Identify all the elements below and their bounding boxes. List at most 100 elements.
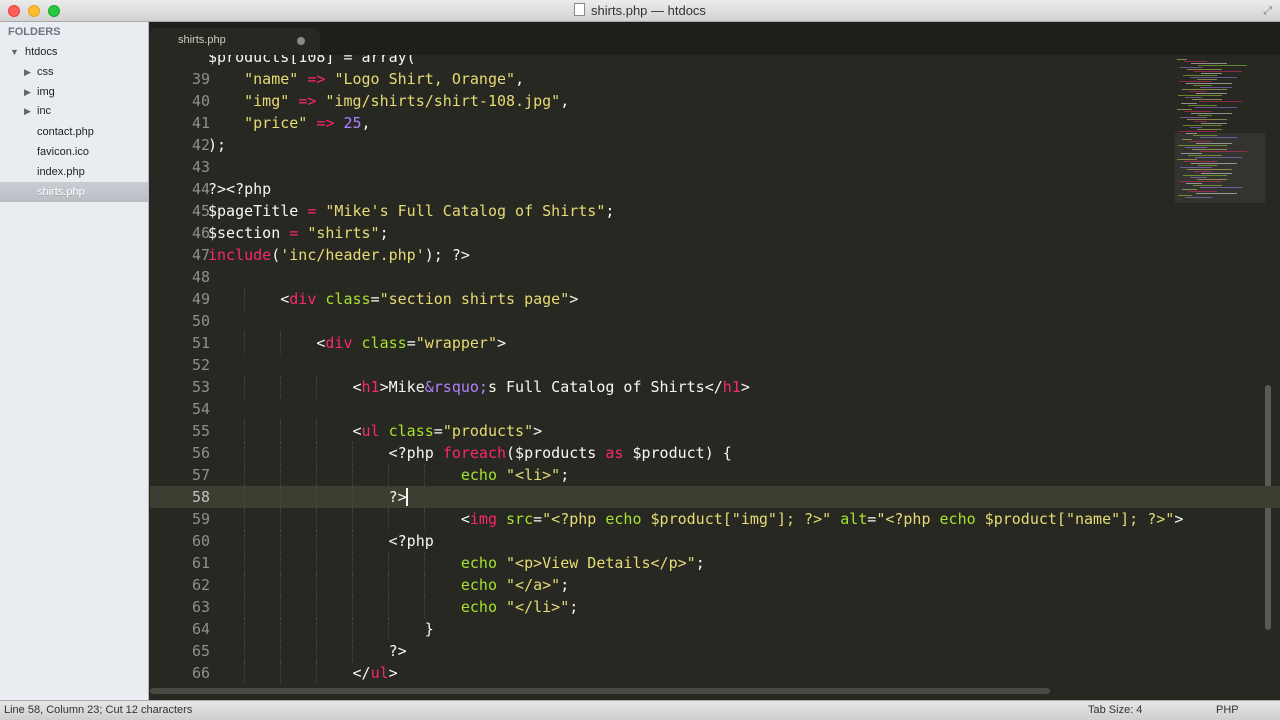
indent-guide [280, 464, 281, 486]
indent-guide [352, 464, 353, 486]
indent-guide [352, 552, 353, 574]
indent-guide [316, 442, 317, 464]
indent-guide [424, 508, 425, 530]
indent-guide [388, 464, 389, 486]
fullscreen-icon[interactable]: ⤢ [1263, 5, 1272, 18]
indent-guide [280, 618, 281, 640]
code-line[interactable] [208, 266, 1228, 288]
indent-guide [388, 552, 389, 574]
indent-guide [388, 574, 389, 596]
code-line[interactable]: "price" => 25, [208, 112, 1228, 134]
line-number: 49 [191, 290, 210, 308]
tab-label[interactable]: shirts.php [178, 34, 226, 46]
sidebar: FOLDERS ▼ htdocs ▶ css ▶ img ▶ inc conta… [0, 22, 149, 700]
indent-guide [352, 574, 353, 596]
line-number: 65 [191, 642, 210, 660]
sidebar-item-contact[interactable]: contact.php [0, 122, 148, 142]
line-number: 55 [191, 422, 210, 440]
title-bar: shirts.php — htdocs ⤢ [0, 0, 1280, 22]
code-line[interactable]: } [208, 618, 1228, 640]
line-number: 58 [191, 488, 210, 506]
code-line[interactable]: <div class="wrapper"> [208, 332, 1228, 354]
syntax-selector[interactable]: PHP [1216, 704, 1239, 716]
code-line[interactable]: </ul> [208, 662, 1228, 684]
indent-guide [280, 486, 281, 508]
sidebar-item-shirts[interactable]: shirts.php [0, 182, 148, 202]
indent-guide [352, 508, 353, 530]
sidebar-item-inc[interactable]: ▶ inc [0, 101, 148, 121]
indent-guide [280, 420, 281, 442]
tab-shirts-php[interactable] [150, 28, 320, 55]
code-line[interactable] [208, 354, 1228, 376]
line-number: 45 [191, 202, 210, 220]
indent-guide [424, 596, 425, 618]
indent-guide [280, 662, 281, 684]
code-line[interactable]: ?> [208, 640, 1228, 662]
line-number: 44 [191, 180, 210, 198]
document-icon [574, 3, 586, 16]
code-line[interactable] [208, 310, 1228, 332]
code-line[interactable]: ?><?php [208, 178, 1228, 200]
code-line[interactable]: <?php foreach($products as $product) { [208, 442, 1228, 464]
collapsed-arrow-icon[interactable]: ▶ [24, 82, 31, 102]
code-line[interactable]: $pageTitle = "Mike's Full Catalog of Shi… [208, 200, 1228, 222]
indent-guide [280, 574, 281, 596]
code-line[interactable]: echo "</a>"; [208, 574, 1228, 596]
indent-guide [316, 552, 317, 574]
indent-guide [316, 640, 317, 662]
line-number: 66 [191, 664, 210, 682]
code-line[interactable]: $section = "shirts"; [208, 222, 1228, 244]
horizontal-scrollbar[interactable] [150, 688, 1050, 694]
indent-guide [244, 596, 245, 618]
code-line[interactable]: include('inc/header.php'); ?> [208, 244, 1228, 266]
code-line[interactable]: "img" => "img/shirts/shirt-108.jpg", [208, 90, 1228, 112]
line-number: 59 [191, 510, 210, 528]
code-line[interactable]: <div class="section shirts page"> [208, 288, 1228, 310]
line-number: 48 [191, 268, 210, 286]
indent-guide [352, 596, 353, 618]
indent-guide [280, 530, 281, 552]
line-number: 51 [191, 334, 210, 352]
cursor-position: Line 58, Column 23; Cut 12 characters [4, 704, 193, 716]
collapsed-arrow-icon[interactable]: ▶ [24, 62, 31, 82]
sidebar-item-htdocs[interactable]: ▼ htdocs [0, 42, 148, 62]
code-line[interactable]: <h1>Mike&rsquo;s Full Catalog of Shirts<… [208, 376, 1228, 398]
code-line[interactable]: <?php [208, 530, 1228, 552]
code-editor[interactable]: $products[108] = array(39 "name" => "Log… [150, 55, 1280, 690]
indent-guide [388, 596, 389, 618]
code-line[interactable] [208, 398, 1228, 420]
sidebar-item-favicon[interactable]: favicon.ico [0, 142, 148, 162]
indent-guide [352, 618, 353, 640]
sidebar-item-img[interactable]: ▶ img [0, 82, 148, 102]
line-number: 64 [191, 620, 210, 638]
code-line[interactable]: echo "<p>View Details</p>"; [208, 552, 1228, 574]
code-line[interactable]: ); [208, 134, 1228, 156]
sidebar-item-css[interactable]: ▶ css [0, 62, 148, 82]
unsaved-dot-icon[interactable] [297, 37, 305, 45]
indent-guide [280, 640, 281, 662]
indent-guide [244, 420, 245, 442]
tab-size-selector[interactable]: Tab Size: 4 [1088, 704, 1142, 716]
indent-guide [244, 552, 245, 574]
indent-guide [244, 618, 245, 640]
sidebar-item-index[interactable]: index.php [0, 162, 148, 182]
indent-guide [424, 464, 425, 486]
indent-guide [244, 288, 245, 310]
code-line[interactable]: <ul class="products"> [208, 420, 1228, 442]
code-line[interactable]: <img src="<?php echo $product["img"]; ?>… [208, 508, 1228, 530]
window-title: shirts.php — htdocs [0, 3, 1280, 18]
code-line[interactable]: "name" => "Logo Shirt, Orange", [208, 68, 1228, 90]
code-line[interactable]: $products[108] = array( [208, 55, 1228, 68]
indent-guide [280, 332, 281, 354]
indent-guide [388, 618, 389, 640]
code-line[interactable] [208, 156, 1228, 178]
collapsed-arrow-icon[interactable]: ▶ [24, 101, 31, 121]
indent-guide [316, 420, 317, 442]
line-number: 47 [191, 246, 210, 264]
indent-guide [424, 552, 425, 574]
indent-guide [388, 508, 389, 530]
expanded-arrow-icon[interactable]: ▼ [10, 42, 19, 62]
code-line[interactable]: ?> [208, 486, 1228, 508]
code-line[interactable]: echo "</li>"; [208, 596, 1228, 618]
code-line[interactable]: echo "<li>"; [208, 464, 1228, 486]
